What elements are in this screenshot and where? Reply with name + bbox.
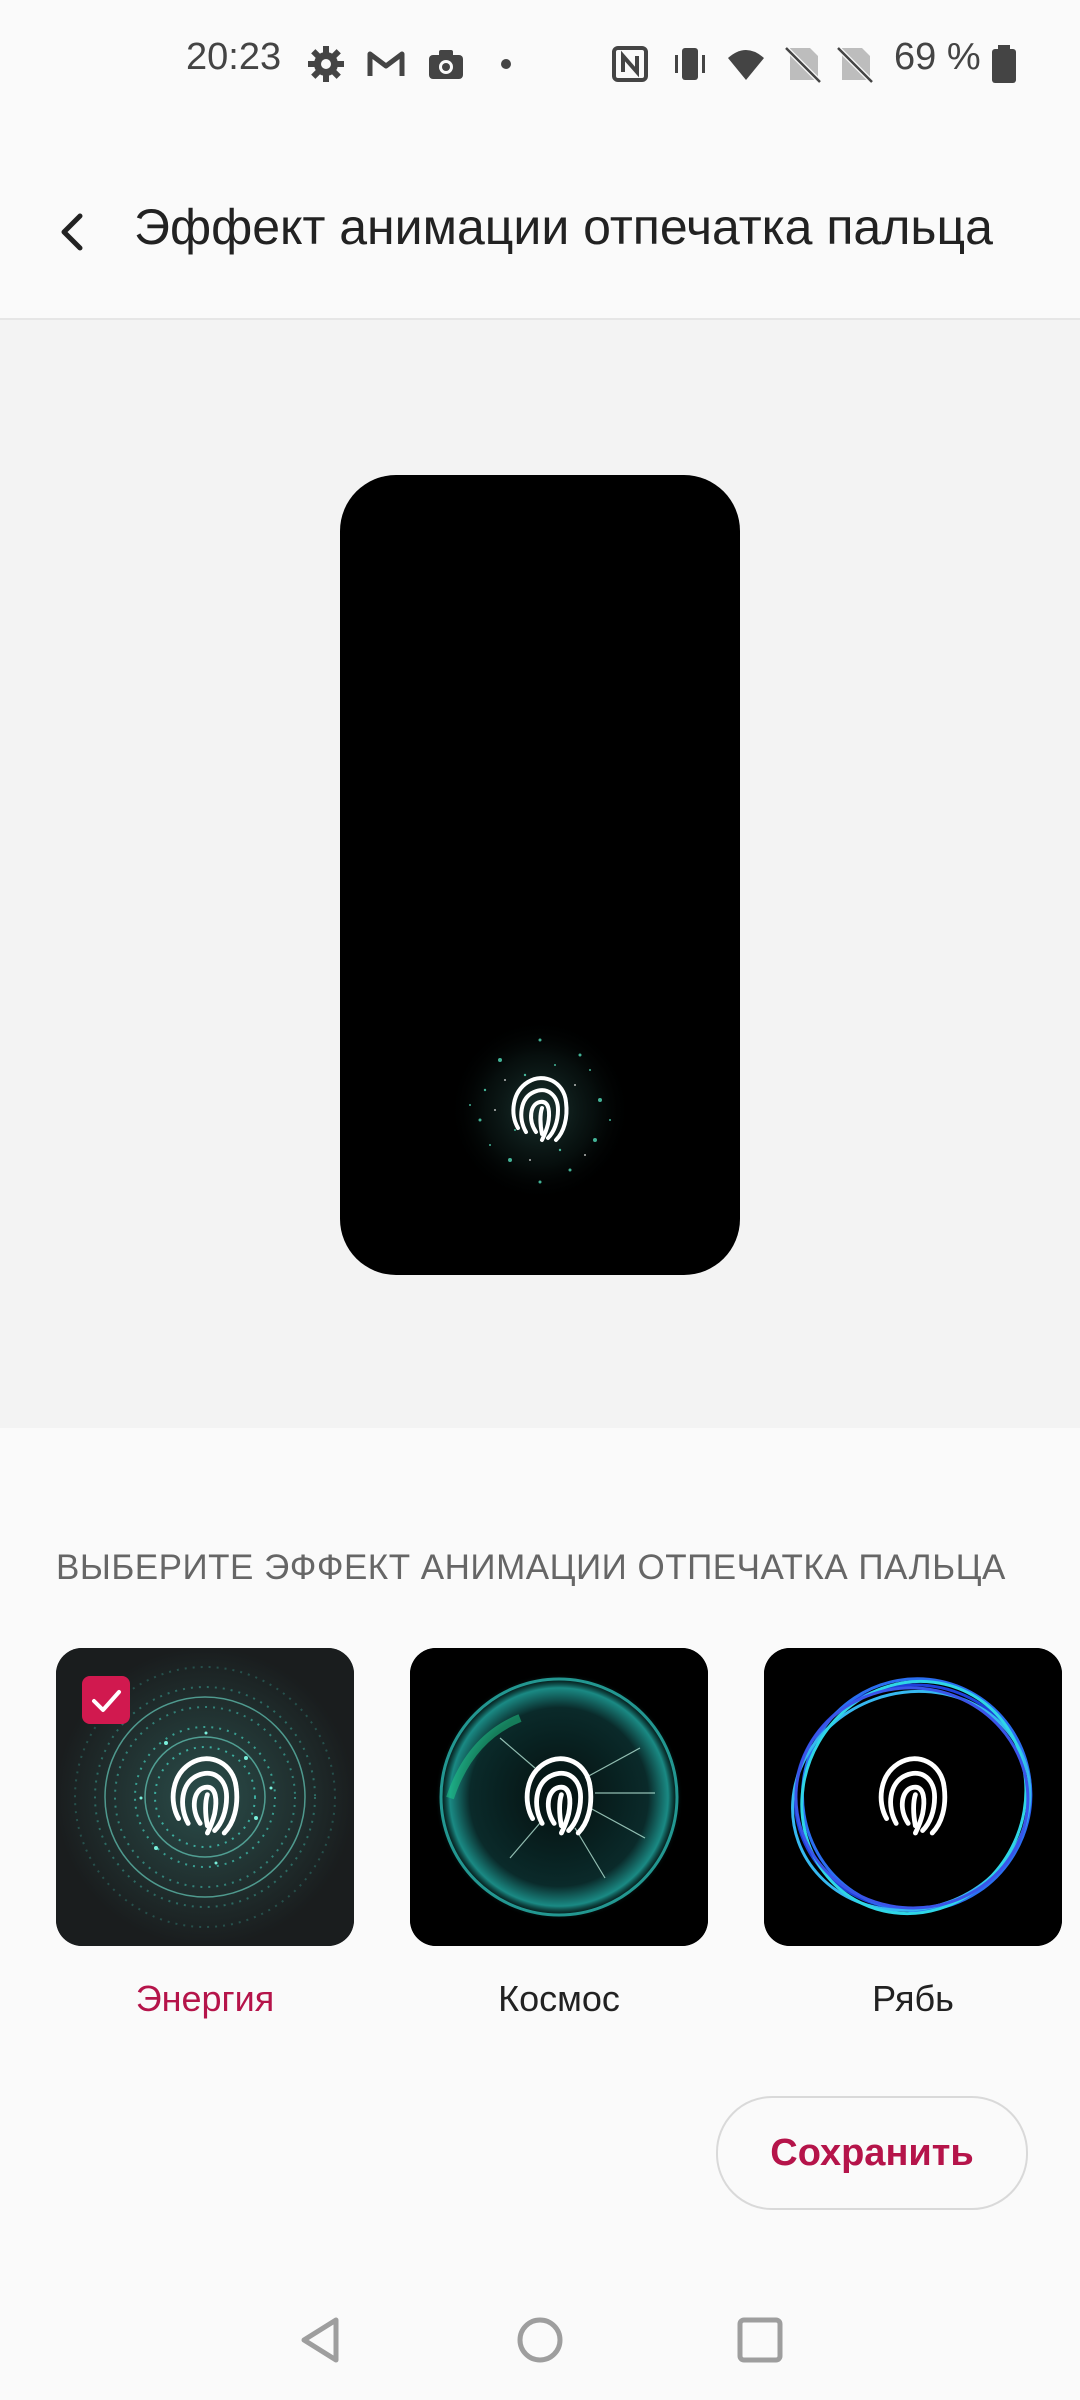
app-bar: Эффект анимации отпечатка пальца xyxy=(0,128,1080,320)
dot-icon xyxy=(501,59,511,69)
status-bar: 20:23 69 % xyxy=(0,0,1080,128)
vibrate-icon xyxy=(675,48,705,80)
option-energy[interactable]: Энергия xyxy=(56,1648,354,2020)
gear-icon xyxy=(308,46,344,82)
sim-off-icon xyxy=(784,46,822,84)
arrow-back-icon[interactable] xyxy=(40,196,112,268)
status-time: 20:23 xyxy=(186,36,282,78)
nav-home-icon[interactable] xyxy=(502,2302,578,2378)
wifi-icon xyxy=(728,50,764,80)
camera-icon xyxy=(429,50,463,79)
page-title: Эффект анимации отпечатка пальца xyxy=(134,199,993,255)
ripple-animation-thumbnail xyxy=(764,1648,1062,1946)
option-thumbnail xyxy=(56,1648,354,1946)
battery-percent: 69 % xyxy=(894,36,981,78)
selected-checkbox xyxy=(82,1676,130,1724)
option-thumbnail xyxy=(764,1648,1062,1946)
fingerprint-animation-preview xyxy=(448,1018,632,1202)
option-ripple[interactable]: Рябь xyxy=(764,1648,1062,2020)
battery-icon xyxy=(992,45,1016,83)
check-icon xyxy=(92,1690,121,1712)
nfc-icon xyxy=(612,46,648,82)
navigation-bar xyxy=(0,2280,1080,2400)
animation-preview-area xyxy=(0,320,1080,1428)
gmail-icon xyxy=(367,51,405,76)
nav-recents-icon[interactable] xyxy=(722,2302,798,2378)
nav-back-icon[interactable] xyxy=(284,2302,360,2378)
option-label: Космос xyxy=(498,1978,620,2019)
option-label: Рябь xyxy=(872,1978,954,2019)
save-button[interactable]: Сохранить xyxy=(716,2096,1028,2210)
option-cosmos[interactable]: Космос xyxy=(410,1648,708,2020)
section-label: ВЫБЕРИТЕ ЭФФЕКТ АНИМАЦИИ ОТПЕЧАТКА ПАЛЬЦ… xyxy=(56,1548,1006,1587)
phone-preview xyxy=(340,475,740,1275)
save-button-label: Сохранить xyxy=(770,2131,974,2174)
cosmos-animation-thumbnail xyxy=(410,1648,708,1946)
option-thumbnail xyxy=(410,1648,708,1946)
sim-off-icon xyxy=(836,46,874,84)
option-label: Энергия xyxy=(135,1978,275,2019)
